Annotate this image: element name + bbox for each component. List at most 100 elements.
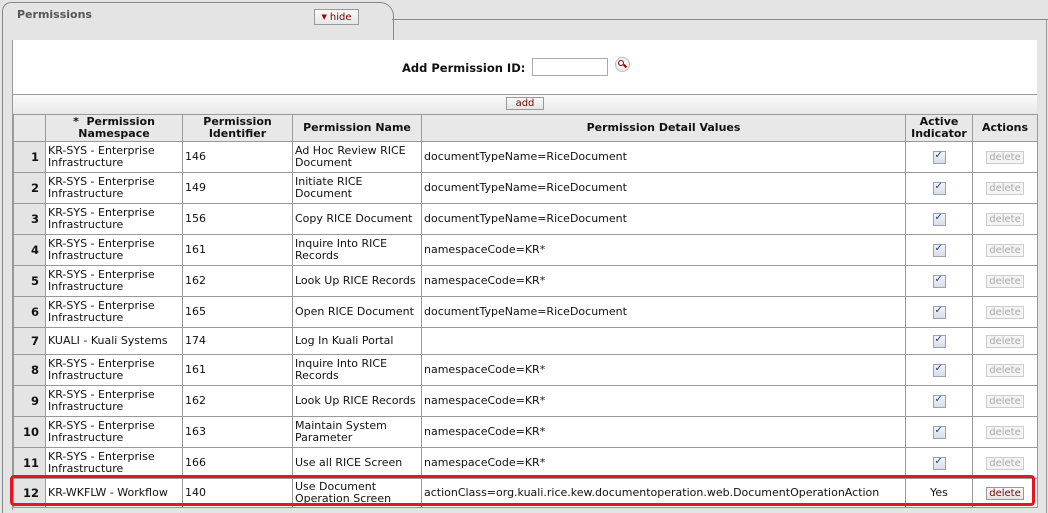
header-actions: Actions <box>972 114 1038 142</box>
permission-name-cell: Ad Hoc Review RICE Document <box>292 141 422 173</box>
active-checkbox[interactable] <box>932 334 946 348</box>
header-row-number <box>13 114 46 142</box>
header-namespace-label: Permission Namespace <box>78 115 155 140</box>
identifier-cell: 161 <box>182 354 293 386</box>
actions-cell: delete <box>972 265 1038 297</box>
permission-name-cell: Copy RICE Document <box>292 203 422 235</box>
identifier-cell: 161 <box>182 234 293 266</box>
hide-section-button[interactable]: ▼ hide <box>314 9 359 25</box>
identifier-cell: 149 <box>182 172 293 204</box>
permission-name-cell: Open RICE Document <box>292 296 422 328</box>
active-checkbox[interactable] <box>932 363 946 377</box>
table-row: 10 KR-SYS - Enterprise Infrastructure 163 M… <box>13 416 1038 448</box>
identifier-cell: 166 <box>182 447 293 479</box>
active-checkbox[interactable] <box>932 181 946 195</box>
permission-name-cell: Use all RICE Screen <box>292 447 422 479</box>
active-checkbox[interactable] <box>932 243 946 257</box>
identifier-cell: 163 <box>182 416 293 448</box>
active-indicator-cell <box>905 203 973 235</box>
triangle-down-icon: ▼ <box>321 13 327 21</box>
active-indicator-cell <box>905 265 973 297</box>
row-number: 10 <box>13 416 46 448</box>
row-number: 12 <box>13 478 46 508</box>
row-number: 3 <box>13 203 46 235</box>
namespace-cell: KUALI - Kuali Systems <box>45 327 183 355</box>
table-row: 6 KR-SYS - Enterprise Infrastructure 165 Op… <box>13 296 1038 328</box>
actions-cell: delete <box>972 296 1038 328</box>
namespace-cell: KR-SYS - Enterprise Infrastructure <box>45 203 183 235</box>
active-checkbox[interactable] <box>932 212 946 226</box>
active-checkbox[interactable] <box>932 456 946 470</box>
header-name: Permission Name <box>292 114 422 142</box>
identifier-cell: 156 <box>182 203 293 235</box>
add-button[interactable]: add <box>506 97 544 110</box>
active-indicator-cell <box>905 416 973 448</box>
detail-values-cell: documentTypeName=RiceDocument <box>421 296 906 328</box>
header-detail-values: Permission Detail Values <box>421 114 906 142</box>
row-number: 4 <box>13 234 46 266</box>
table-row: 12 KR-WKFLW - Workflow 140 Use Document Ope… <box>13 478 1038 508</box>
active-checkbox[interactable] <box>932 150 946 164</box>
active-indicator-cell <box>905 296 973 328</box>
table-row: 5 KR-SYS - Enterprise Infrastructure 162 Lo… <box>13 265 1038 297</box>
delete-button: delete <box>986 150 1024 164</box>
detail-values-cell: namespaceCode=KR* <box>421 447 906 479</box>
detail-values-cell: namespaceCode=KR* <box>421 416 906 448</box>
delete-button: delete <box>986 425 1024 439</box>
identifier-cell: 140 <box>182 478 293 508</box>
active-checkbox[interactable] <box>932 425 946 439</box>
permissions-panel: Add Permission ID: add * Permission Name… <box>12 40 1038 510</box>
active-checkbox[interactable] <box>932 274 946 288</box>
table-row: 4 KR-SYS - Enterprise Infrastructure 161 In… <box>13 234 1038 266</box>
active-indicator-cell <box>905 141 973 173</box>
header-identifier: Permission Identifier <box>182 114 293 142</box>
delete-button: delete <box>986 181 1024 195</box>
identifier-cell: 174 <box>182 327 293 355</box>
row-number: 1 <box>13 141 46 173</box>
delete-button: delete <box>986 212 1024 226</box>
table-row: 8 KR-SYS - Enterprise Infrastructure 161 In… <box>13 354 1038 386</box>
detail-values-cell: namespaceCode=KR* <box>421 354 906 386</box>
active-indicator-cell <box>905 354 973 386</box>
active-text: Yes <box>930 486 948 499</box>
detail-values-cell: documentTypeName=RiceDocument <box>421 203 906 235</box>
magnifier-lookup-icon[interactable] <box>615 57 630 72</box>
frame-right-border <box>1046 20 1047 513</box>
delete-button: delete <box>986 305 1024 319</box>
active-indicator-cell <box>905 385 973 417</box>
row-number: 8 <box>13 354 46 386</box>
detail-values-cell: documentTypeName=RiceDocument <box>421 141 906 173</box>
add-permission-box: Add Permission ID: <box>13 40 1037 95</box>
add-button-row: add <box>13 95 1037 115</box>
tab-divider <box>392 19 1048 20</box>
active-indicator-cell <box>905 447 973 479</box>
delete-button: delete <box>986 456 1024 470</box>
namespace-cell: KR-SYS - Enterprise Infrastructure <box>45 141 183 173</box>
row-number: 6 <box>13 296 46 328</box>
detail-values-cell: namespaceCode=KR* <box>421 265 906 297</box>
row-number: 7 <box>13 327 46 355</box>
identifier-cell: 162 <box>182 385 293 417</box>
namespace-cell: KR-SYS - Enterprise Infrastructure <box>45 296 183 328</box>
table-row: 7 KUALI - Kuali Systems 174 Log In Kuali Po… <box>13 327 1038 355</box>
table-row: 2 KR-SYS - Enterprise Infrastructure 149 In… <box>13 172 1038 204</box>
actions-cell: delete <box>972 141 1038 173</box>
active-indicator-cell <box>905 172 973 204</box>
section-tab-bar: Permissions ▼ hide <box>0 0 1048 43</box>
detail-values-cell: namespaceCode=KR* <box>421 385 906 417</box>
actions-cell: delete <box>972 234 1038 266</box>
permission-name-cell: Look Up RICE Records <box>292 265 422 297</box>
permission-name-cell: Log In Kuali Portal <box>292 327 422 355</box>
add-permission-id-input[interactable] <box>532 58 608 76</box>
delete-button: delete <box>986 394 1024 408</box>
delete-button: delete <box>986 363 1024 377</box>
active-checkbox[interactable] <box>932 394 946 408</box>
header-active-indicator: Active Indicator <box>905 114 973 142</box>
delete-button[interactable]: delete <box>986 486 1024 500</box>
detail-values-cell: namespaceCode=KR* <box>421 234 906 266</box>
section-title: Permissions <box>17 8 92 21</box>
namespace-cell: KR-SYS - Enterprise Infrastructure <box>45 172 183 204</box>
detail-values-cell <box>421 327 906 355</box>
active-checkbox[interactable] <box>932 305 946 319</box>
delete-button: delete <box>986 334 1024 348</box>
